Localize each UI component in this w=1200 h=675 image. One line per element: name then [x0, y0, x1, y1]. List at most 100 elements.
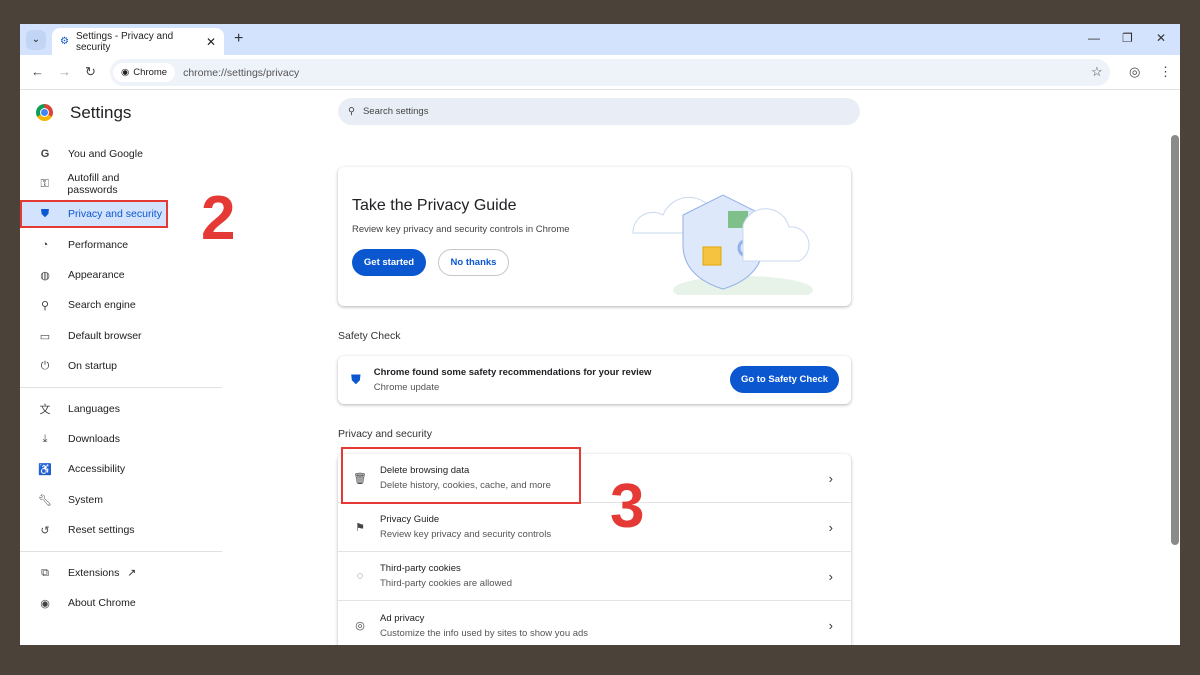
sidebar-item-about[interactable]: ◉ About Chrome — [20, 589, 168, 617]
url-text: chrome://settings/privacy — [183, 66, 300, 79]
sidebar-item-system[interactable]: 🔧︎ System — [20, 486, 168, 514]
bookmark-star-icon[interactable]: ☆ — [1091, 64, 1103, 80]
no-thanks-button[interactable]: No thanks — [438, 249, 509, 276]
row-subtitle: Customize the info used by sites to show… — [380, 627, 589, 639]
label: Reset settings — [68, 524, 135, 536]
scrollbar-thumb[interactable] — [1171, 135, 1179, 545]
card-subtitle: Review key privacy and security controls… — [352, 224, 570, 235]
label: Autofill and passwords — [67, 172, 120, 196]
privacy-guide-illustration — [632, 194, 813, 295]
sidebar-item-reset[interactable]: ↺ Reset settings — [20, 516, 168, 544]
label: Appearance — [68, 269, 125, 281]
search-icon: ⚲ — [348, 106, 355, 117]
reset-icon: ↺ — [40, 524, 50, 537]
download-icon: ⤓ — [42, 432, 48, 445]
safety-message: Chrome found some safety recommendations… — [373, 367, 652, 378]
shield-icon: ⛊ — [40, 207, 50, 220]
label: You and Google — [68, 148, 143, 160]
sidebar-item-appearance[interactable]: ◍ Appearance — [20, 261, 168, 289]
forward-button[interactable]: → — [58, 64, 71, 79]
google-icon: G — [40, 148, 50, 160]
chevron-right-icon: › — [828, 519, 833, 535]
annotation-step-2: 2 — [201, 184, 236, 253]
sidebar-item-performance[interactable]: ◔ Performance — [20, 231, 168, 259]
label: Performance — [68, 239, 129, 251]
wrench-icon: 🔧︎ — [38, 494, 52, 507]
label: On startup — [68, 360, 118, 372]
label: About Chrome — [68, 597, 136, 609]
row-title: Third-party cookies — [380, 563, 461, 574]
chrome-logo-icon — [36, 104, 53, 121]
row-subtitle: Third-party cookies are allowed — [380, 578, 513, 589]
third-party-cookies-row[interactable]: ◌ Third-party cookies Third-party cookies … — [338, 552, 851, 601]
tab-settings[interactable]: ⚙ Settings - Privacy and security ✕ — [52, 28, 224, 55]
sidebar-item-downloads[interactable]: ⤓ Downloads — [20, 425, 168, 453]
minimize-button[interactable]: — — [1088, 31, 1100, 45]
settings-page: Settings ⚲ Search settings G You and Googl… — [20, 90, 1180, 645]
accessibility-icon: ♿ — [38, 463, 52, 476]
row-title: Ad privacy — [380, 612, 425, 624]
puzzle-icon: ⧉ — [41, 566, 49, 579]
close-tab-icon[interactable]: ✕ — [206, 35, 216, 49]
label: System — [68, 494, 104, 506]
reload-button[interactable]: ↻ — [85, 64, 96, 80]
key-icon: ⚿ — [40, 177, 49, 190]
speedometer-icon: ◔ — [41, 239, 49, 251]
tab-bar: ⌄ ⚙ Settings - Privacy and security ✕ + … — [20, 24, 1180, 55]
sidebar-item-you-and-google[interactable]: G You and Google — [20, 140, 168, 168]
address-bar[interactable]: ◉ Chrome chrome://settings/privacy — [110, 59, 1110, 86]
back-button[interactable]: ← — [31, 64, 44, 79]
annotation-step-3: 3 — [610, 472, 645, 541]
chevron-right-icon: › — [828, 470, 833, 486]
label: Accessibility — [68, 463, 126, 475]
site-info-chip[interactable]: ◉ Chrome — [113, 63, 176, 82]
row-subtitle: Review key privacy and security controls — [380, 529, 552, 540]
label: Search engine — [68, 299, 136, 311]
restore-button[interactable]: ❐ — [1122, 31, 1133, 45]
get-started-button[interactable]: Get started — [352, 249, 426, 276]
shield-icon: ⛊ — [351, 372, 361, 387]
sidebar-item-privacy[interactable]: ⛊ Privacy and security — [20, 200, 168, 228]
ad-privacy-icon: ◎ — [355, 620, 365, 632]
close-window-button[interactable]: ✕ — [1156, 31, 1166, 45]
toolbar: ← → ↻ ◉ Chrome chrome://settings/privacy … — [20, 55, 1180, 90]
tab-title: Settings - Privacy and security — [75, 30, 174, 53]
chrome-icon: ◉ — [121, 67, 130, 78]
profile-icon[interactable]: ◎ — [1129, 64, 1140, 80]
privacy-settings-list: 🗑︎ Delete browsing data Delete history, co… — [338, 447, 851, 645]
sidebar-item-default-browser[interactable]: ▭ Default browser — [20, 322, 168, 350]
new-tab-button[interactable]: + — [234, 30, 243, 48]
annotation-highlight — [341, 447, 581, 504]
label: Privacy and security — [68, 208, 162, 220]
sidebar-item-accessibility[interactable]: ♿ Accessibility — [20, 455, 168, 483]
sidebar-item-on-startup[interactable]: ⏻ On startup — [20, 352, 168, 380]
sidebar-item-extensions[interactable]: ⧉ Extensions ↗ — [20, 559, 168, 587]
card-title: Take the Privacy Guide — [352, 197, 517, 214]
search-input[interactable]: ⚲ Search settings — [338, 98, 860, 125]
go-to-safety-check-button[interactable]: Go to Safety Check — [730, 366, 839, 393]
cookie-icon: ◌ — [356, 570, 364, 582]
sidebar-item-languages[interactable]: 文 Languages — [20, 395, 168, 423]
menu-icon[interactable]: ⋮ — [1159, 64, 1172, 80]
label: Downloads — [68, 433, 120, 445]
gear-icon: ⚙ — [60, 36, 69, 47]
sidebar-item-search-engine[interactable]: ⚲ Search engine — [20, 291, 168, 319]
browser-icon: ▭ — [39, 330, 51, 343]
chrome-icon: ◉ — [40, 597, 50, 610]
safety-check-heading: Safety Check — [338, 330, 401, 342]
chip-label: Chrome — [133, 67, 168, 78]
divider — [20, 551, 222, 552]
label: Default browser — [68, 330, 142, 342]
chevron-right-icon: › — [828, 568, 833, 584]
delete-browsing-data-row[interactable]: 🗑︎ Delete browsing data Delete history, co… — [338, 447, 851, 504]
palette-icon: ◍ — [40, 269, 50, 282]
sidebar-item-autofill[interactable]: ⚿ Autofill and passwords — [20, 170, 168, 198]
safety-check-card: ⛊ Chrome found some safety recommendatio… — [338, 356, 851, 404]
divider — [20, 387, 222, 388]
privacy-guide-row[interactable]: ⚑ Privacy Guide Review key privacy and sec… — [338, 503, 851, 552]
external-link-icon: ↗ — [127, 567, 137, 579]
tab-search-dropdown[interactable]: ⌄ — [26, 30, 46, 50]
ad-privacy-row[interactable]: ◎ Ad privacy Customize the info used by si… — [338, 601, 851, 645]
translate-icon: 文 — [39, 404, 51, 416]
search-icon: ⚲ — [40, 299, 50, 312]
